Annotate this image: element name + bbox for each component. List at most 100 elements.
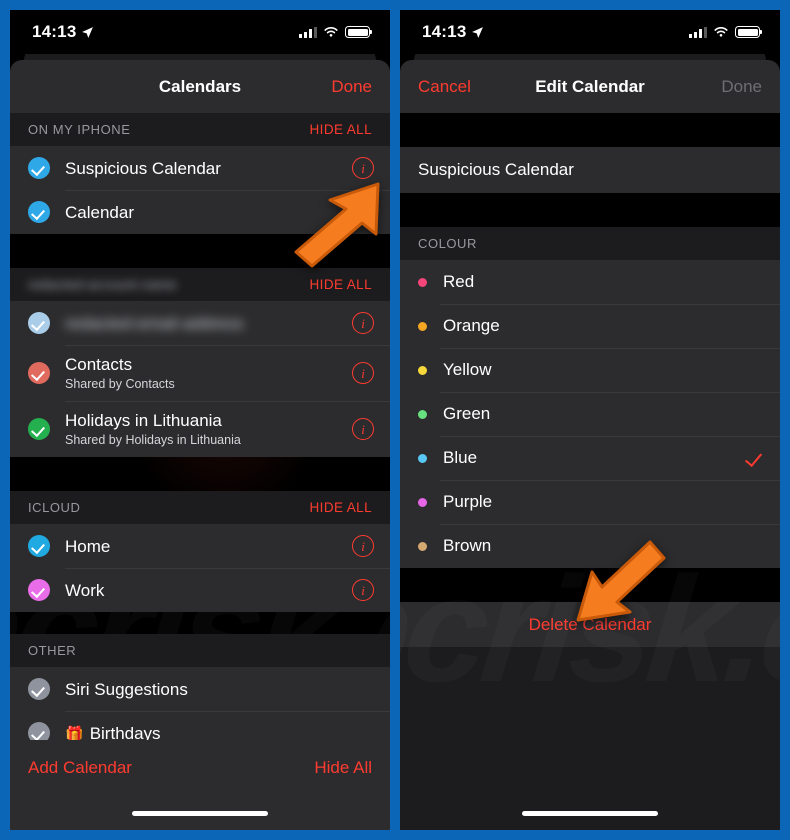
done-button[interactable]: Done bbox=[331, 77, 372, 97]
left-footer-toolbar: Add Calendar Hide All bbox=[10, 740, 390, 796]
checkmark-circle-icon[interactable] bbox=[28, 201, 50, 223]
calendar-group-icloud: Home i Work i bbox=[10, 524, 390, 612]
checkmark-circle-icon[interactable] bbox=[28, 418, 50, 440]
calendar-name-redacted: redacted-email-address bbox=[65, 313, 244, 333]
info-icon[interactable]: i bbox=[352, 535, 374, 557]
status-bar-clock: 14:13 bbox=[422, 22, 467, 41]
hide-all-link[interactable]: HIDE ALL bbox=[310, 500, 372, 515]
home-indicator-area-right bbox=[400, 796, 780, 830]
list-item[interactable]: Suspicious Calendar i bbox=[10, 146, 390, 190]
status-bar-clock: 14:13 bbox=[32, 22, 77, 41]
checkmark-circle-icon[interactable] bbox=[28, 312, 50, 334]
calendar-name: Calendar bbox=[65, 202, 134, 222]
home-indicator[interactable] bbox=[522, 810, 658, 816]
colour-swatch-icon bbox=[418, 541, 427, 551]
info-icon[interactable]: i bbox=[352, 418, 374, 440]
calendar-name: Siri Suggestions bbox=[65, 679, 188, 699]
info-icon[interactable]: i bbox=[352, 157, 374, 179]
gift-icon: 🎁 bbox=[65, 725, 84, 741]
colour-options-group: Red Orange Yellow Green Blue Purple Brow… bbox=[400, 260, 780, 568]
colour-swatch-icon bbox=[418, 321, 427, 331]
section-label: COLOUR bbox=[418, 236, 477, 251]
home-indicator[interactable] bbox=[132, 810, 268, 816]
cellular-signal-icon bbox=[299, 26, 317, 38]
calendar-name: Work bbox=[65, 580, 105, 600]
colour-option-red[interactable]: Red bbox=[400, 260, 780, 304]
checkmark-circle-icon[interactable] bbox=[28, 678, 50, 700]
edit-calendar-scroll[interactable]: pcrisk.com pcrisk.com Suspicious Calenda… bbox=[400, 113, 780, 796]
calendar-subtitle: Shared by Holidays in Lithuania bbox=[65, 433, 241, 447]
add-calendar-button[interactable]: Add Calendar bbox=[28, 758, 132, 778]
section-header-colour: COLOUR bbox=[400, 227, 780, 260]
colour-swatch-icon bbox=[418, 365, 427, 375]
section-label: ICLOUD bbox=[28, 500, 81, 515]
hide-all-link[interactable]: HIDE ALL bbox=[310, 122, 372, 137]
hide-all-button[interactable]: Hide All bbox=[314, 758, 372, 778]
row-text-block: redacted-email-address bbox=[65, 313, 352, 334]
section-gap bbox=[10, 234, 390, 268]
list-item[interactable]: Contacts Shared by Contacts i bbox=[10, 345, 390, 401]
battery-icon bbox=[345, 26, 373, 38]
cancel-button[interactable]: Cancel bbox=[418, 77, 471, 97]
calendars-list-scroll[interactable]: pcrisk.com pcrisk.com ON MY IPHONE HIDE … bbox=[10, 113, 390, 740]
section-header-account: redacted-account-name HIDE ALL bbox=[10, 268, 390, 301]
hide-all-link[interactable]: HIDE ALL bbox=[310, 277, 372, 292]
right-navigation-bar: Cancel Edit Calendar Done bbox=[400, 60, 780, 113]
wifi-icon bbox=[324, 27, 338, 37]
screenshot-frame: 14:13 Calendars Done ON MY IPHONE HIDE A… bbox=[0, 0, 790, 840]
colour-swatch-icon bbox=[418, 453, 427, 463]
colour-option-yellow[interactable]: Yellow bbox=[400, 348, 780, 392]
checkmark-circle-icon[interactable] bbox=[28, 157, 50, 179]
calendar-name: Contacts bbox=[65, 355, 133, 374]
colour-option-orange[interactable]: Orange bbox=[400, 304, 780, 348]
status-bar-left: 14:13 bbox=[10, 10, 390, 54]
edit-calendar-sheet: Cancel Edit Calendar Done pcrisk.com pcr… bbox=[400, 60, 780, 830]
colour-option-brown[interactable]: Brown bbox=[400, 524, 780, 568]
delete-calendar-label: Delete Calendar bbox=[528, 614, 652, 634]
right-phone-screen: 14:13 Cancel Edit Calendar Done Suspicio… bbox=[400, 10, 780, 830]
list-item[interactable]: redacted-email-address i bbox=[10, 301, 390, 345]
calendar-name-input[interactable]: Suspicious Calendar bbox=[400, 147, 780, 193]
row-text-block: Suspicious Calendar bbox=[65, 158, 352, 179]
status-bar-indicators bbox=[299, 26, 373, 38]
selected-checkmark-icon bbox=[744, 450, 760, 466]
calendar-name: Holidays in Lithuania bbox=[65, 411, 222, 430]
section-header-icloud: ICLOUD HIDE ALL bbox=[10, 491, 390, 524]
section-label: OTHER bbox=[28, 643, 77, 658]
left-phone-screen: 14:13 Calendars Done ON MY IPHONE HIDE A… bbox=[10, 10, 390, 830]
colour-label: Orange bbox=[443, 316, 500, 335]
colour-option-green[interactable]: Green bbox=[400, 392, 780, 436]
colour-option-purple[interactable]: Purple bbox=[400, 480, 780, 524]
status-bar-right: 14:13 bbox=[400, 10, 780, 54]
list-item[interactable]: Work i bbox=[10, 568, 390, 612]
list-item[interactable]: 🎁 Birthdays bbox=[10, 711, 390, 740]
section-label-redacted: redacted-account-name bbox=[28, 277, 177, 292]
location-arrow-icon bbox=[82, 26, 94, 38]
checkmark-circle-icon[interactable] bbox=[28, 362, 50, 384]
calendar-group-account: redacted-email-address i Contacts Shared… bbox=[10, 301, 390, 457]
top-gap bbox=[400, 113, 780, 147]
calendars-sheet: Calendars Done pcrisk.com pcrisk.com ON … bbox=[10, 60, 390, 830]
list-item[interactable]: Calendar i bbox=[10, 190, 390, 234]
done-button[interactable]: Done bbox=[721, 77, 762, 97]
bottom-fill bbox=[400, 647, 780, 796]
status-bar-time-group: 14:13 bbox=[32, 22, 94, 42]
checkmark-circle-icon[interactable] bbox=[28, 579, 50, 601]
status-bar-time-group: 14:13 bbox=[422, 22, 484, 42]
list-item[interactable]: Home i bbox=[10, 524, 390, 568]
checkmark-circle-icon[interactable] bbox=[28, 722, 50, 740]
list-item[interactable]: Holidays in Lithuania Shared by Holidays… bbox=[10, 401, 390, 457]
list-item[interactable]: Siri Suggestions bbox=[10, 667, 390, 711]
checkmark-circle-icon[interactable] bbox=[28, 535, 50, 557]
colour-option-blue[interactable]: Blue bbox=[400, 436, 780, 480]
section-gap bbox=[10, 612, 390, 634]
info-icon[interactable]: i bbox=[352, 312, 374, 334]
info-icon[interactable]: i bbox=[352, 579, 374, 601]
delete-calendar-button[interactable]: Delete Calendar bbox=[400, 602, 780, 647]
left-navigation-bar: Calendars Done bbox=[10, 60, 390, 113]
colour-swatch-icon bbox=[418, 497, 427, 507]
calendar-subtitle: Shared by Contacts bbox=[65, 377, 175, 391]
section-gap bbox=[10, 457, 390, 491]
info-icon[interactable]: i bbox=[352, 201, 374, 223]
info-icon[interactable]: i bbox=[352, 362, 374, 384]
